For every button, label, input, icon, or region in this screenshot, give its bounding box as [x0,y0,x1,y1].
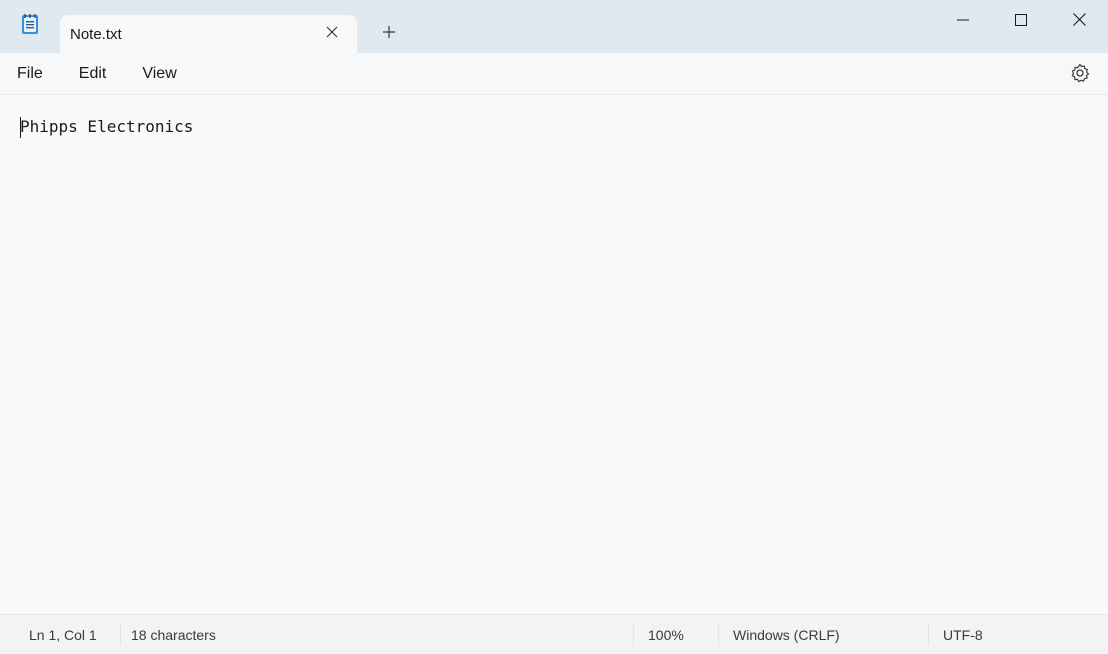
close-window-button[interactable] [1050,0,1108,44]
close-icon [1072,13,1086,31]
notepad-icon [20,12,40,41]
close-icon [326,25,338,43]
status-line-ending[interactable]: Windows (CRLF) [733,615,840,654]
app-icon-area [0,0,60,53]
minimize-icon [957,13,969,31]
menu-file[interactable]: File [17,59,43,89]
menu-bar: File Edit View [0,53,1108,95]
status-divider [928,624,929,646]
editor-content[interactable]: Phipps Electronics [20,117,1108,137]
status-divider [633,624,634,646]
tab-title: Note.txt [70,25,122,43]
minimize-button[interactable] [934,0,992,44]
status-divider [718,624,719,646]
menu-view[interactable]: View [142,59,176,89]
menu-edit[interactable]: Edit [79,59,107,89]
status-cursor-position[interactable]: Ln 1, Col 1 [29,615,97,654]
maximize-icon [1015,13,1027,31]
text-caret [20,117,21,138]
status-character-count: 18 characters [131,627,216,643]
maximize-button[interactable] [992,0,1050,44]
plus-icon [382,25,396,44]
close-tab-button[interactable] [319,21,345,47]
status-divider [120,624,121,646]
window-controls [934,0,1108,44]
gear-icon [1070,63,1090,88]
new-tab-button[interactable] [369,15,409,53]
status-zoom[interactable]: 100% [648,615,684,654]
status-encoding[interactable]: UTF-8 [943,615,983,654]
title-bar[interactable]: Note.txt [0,0,1108,53]
notepad-window: Note.txt File Edit View Phipps Electroni… [0,0,1108,654]
settings-button[interactable] [1067,62,1093,88]
text-editor[interactable]: Phipps Electronics [0,95,1108,614]
status-bar: Ln 1, Col 1 18 characters 100% Windows (… [0,614,1108,654]
tab-note[interactable]: Note.txt [60,15,357,53]
